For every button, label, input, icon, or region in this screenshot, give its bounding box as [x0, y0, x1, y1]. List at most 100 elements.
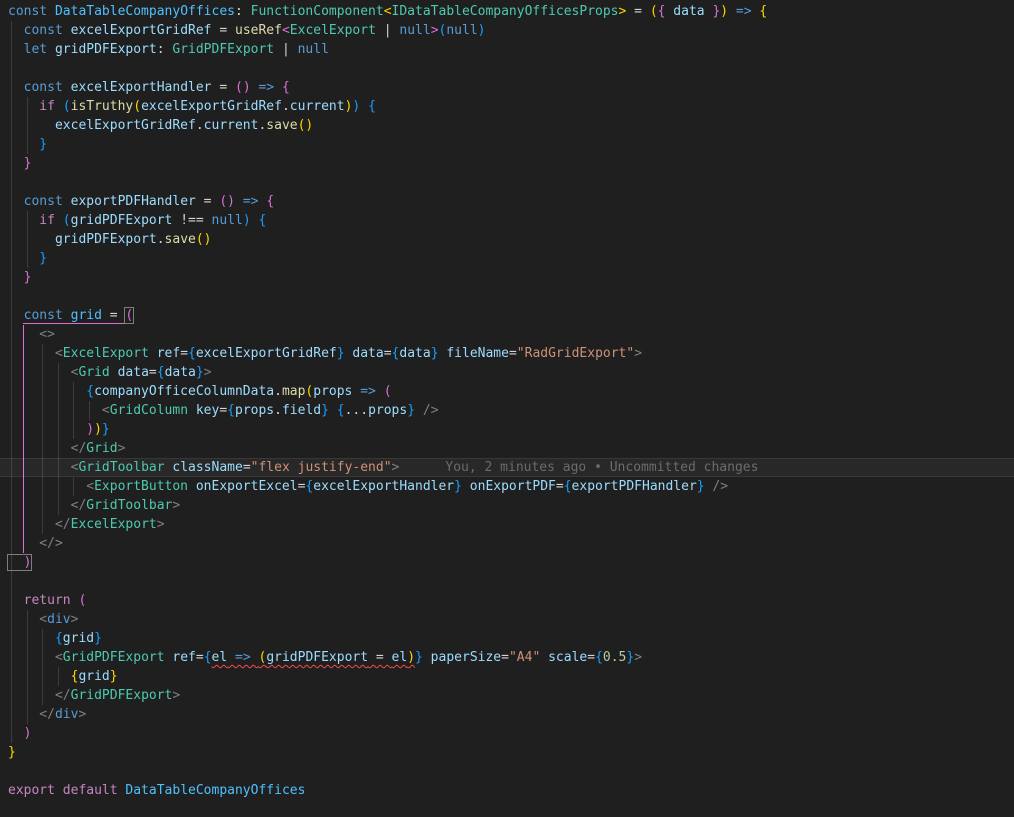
code-token: grid — [62, 631, 95, 646]
code-line[interactable]: let gridPDFExport: GridPDFExport | null — [0, 40, 1014, 59]
code-token: IDataTableCompanyOfficesProps — [391, 4, 619, 19]
code-line[interactable]: ) — [0, 724, 1014, 743]
code-line[interactable]: <GridPDFExport ref={el => (gridPDFExport… — [0, 648, 1014, 667]
code-token: 0.5 — [602, 650, 627, 665]
code-token: : — [234, 4, 251, 19]
code-line[interactable]: } — [0, 268, 1014, 287]
code-token: data — [399, 346, 431, 361]
code-line[interactable]: const DataTableCompanyOffices: FunctionC… — [0, 2, 1014, 21]
code-line[interactable]: const excelExportHandler = () => { — [0, 78, 1014, 97]
code-token: { — [8, 384, 95, 399]
code-line[interactable]: return ( — [0, 591, 1014, 610]
code-token: ExcelExport — [62, 346, 149, 361]
code-line[interactable]: if (isTruthy(excelExportGridRef.current)… — [0, 97, 1014, 116]
code-line[interactable]: </GridPDFExport> — [0, 686, 1014, 705]
code-line[interactable]: const grid = ( — [0, 306, 1014, 325]
code-token: gridPDFExport — [70, 213, 173, 228]
code-token: () — [195, 232, 212, 247]
code-line[interactable]: ))} — [0, 420, 1014, 439]
code-token: field — [281, 403, 322, 418]
code-line[interactable]: ) — [0, 553, 1014, 572]
code-line[interactable]: {grid} — [0, 667, 1014, 686]
code-token: ) — [8, 422, 95, 437]
code-token: > — [78, 707, 87, 722]
code-token: } — [696, 479, 705, 494]
code-token: > — [156, 517, 165, 532]
code-token: < — [8, 479, 95, 494]
code-token: < — [8, 460, 79, 475]
code-token: ( — [133, 99, 142, 114]
code-token: className — [164, 460, 243, 475]
code-token: </> — [8, 536, 63, 551]
code-token: { — [188, 346, 196, 361]
code-token: isTruthy — [70, 99, 134, 114]
code-line[interactable]: const excelExportGridRef = useRef<ExcelE… — [0, 21, 1014, 40]
code-token: data — [109, 365, 149, 380]
code-line[interactable]: export default DataTableCompanyOffices — [0, 781, 1014, 800]
code-line[interactable] — [0, 762, 1014, 781]
code-line[interactable]: <ExcelExport ref={excelExportGridRef} da… — [0, 344, 1014, 363]
code-token: GridPDFExport — [70, 688, 173, 703]
code-token: . — [156, 232, 165, 247]
code-token: = — [195, 194, 220, 209]
code-line[interactable]: } — [0, 135, 1014, 154]
code-line[interactable]: </Grid> — [0, 439, 1014, 458]
code-line[interactable] — [0, 287, 1014, 306]
code-token: data — [344, 346, 384, 361]
code-token: { — [595, 650, 603, 665]
code-line[interactable]: {companyOfficeColumnData.map(props => ( — [0, 382, 1014, 401]
code-line[interactable]: </div> — [0, 705, 1014, 724]
code-token: ref — [148, 346, 181, 361]
code-line[interactable]: </ExcelExport> — [0, 515, 1014, 534]
code-token: props — [368, 403, 408, 418]
code-token: = — [148, 365, 157, 380]
code-token: } — [407, 403, 416, 418]
code-token: ( — [649, 4, 658, 19]
code-line[interactable]: excelExportGridRef.current.save() — [0, 116, 1014, 135]
code-token: /> — [415, 403, 439, 418]
code-line[interactable]: <Grid data={data}> — [0, 363, 1014, 382]
code-line[interactable]: <ExportButton onExportExcel ={excelExport… — [0, 477, 1014, 496]
code-token: props — [313, 384, 353, 399]
code-token: current — [289, 99, 345, 114]
code-token: </ — [8, 441, 87, 456]
code-line[interactable]: if (gridPDFExport !== null) { — [0, 211, 1014, 230]
code-line[interactable]: {grid} — [0, 629, 1014, 648]
code-token: key — [188, 403, 220, 418]
code-line[interactable]: </> — [0, 534, 1014, 553]
code-token: div — [47, 612, 71, 627]
code-token: DataTableCompanyOffices — [54, 4, 235, 19]
code-token: onExportExcel — [188, 479, 298, 494]
code-line[interactable]: <div> — [0, 610, 1014, 629]
code-token: ( — [383, 384, 392, 399]
code-line[interactable]: } — [0, 154, 1014, 173]
code-line-current[interactable]: <GridToolbar className="flex justify-end… — [0, 458, 1014, 477]
code-line[interactable] — [0, 173, 1014, 192]
code-token: <> — [8, 327, 55, 342]
code-token: current — [203, 118, 259, 133]
code-token: { — [8, 669, 79, 684]
code-token: { — [250, 213, 267, 228]
code-line[interactable]: </GridToolbar> — [0, 496, 1014, 515]
code-token: | — [274, 42, 298, 57]
code-token: = — [219, 403, 228, 418]
code-token: = — [368, 650, 392, 665]
code-token: ) — [94, 422, 102, 437]
code-line[interactable]: gridPDFExport.save() — [0, 230, 1014, 249]
code-token: GridPDFExport — [172, 42, 275, 57]
code-line[interactable] — [0, 59, 1014, 78]
code-token: excelExportGridRef — [8, 118, 196, 133]
code-editor[interactable]: const DataTableCompanyOffices: FunctionC… — [0, 0, 1014, 817]
code-token: < — [8, 365, 79, 380]
code-line[interactable]: <> — [0, 325, 1014, 344]
code-line[interactable]: const exportPDFHandler = () => { — [0, 192, 1014, 211]
code-line[interactable]: <GridColumn key={props.field} {...props}… — [0, 401, 1014, 420]
code-line[interactable]: } — [0, 249, 1014, 268]
code-line[interactable]: } — [0, 743, 1014, 762]
code-token: excelExportHandler — [62, 80, 212, 95]
code-token: > — [117, 441, 126, 456]
code-token: FunctionComponent — [250, 4, 384, 19]
code-line[interactable] — [0, 572, 1014, 591]
code-token: > — [172, 688, 181, 703]
